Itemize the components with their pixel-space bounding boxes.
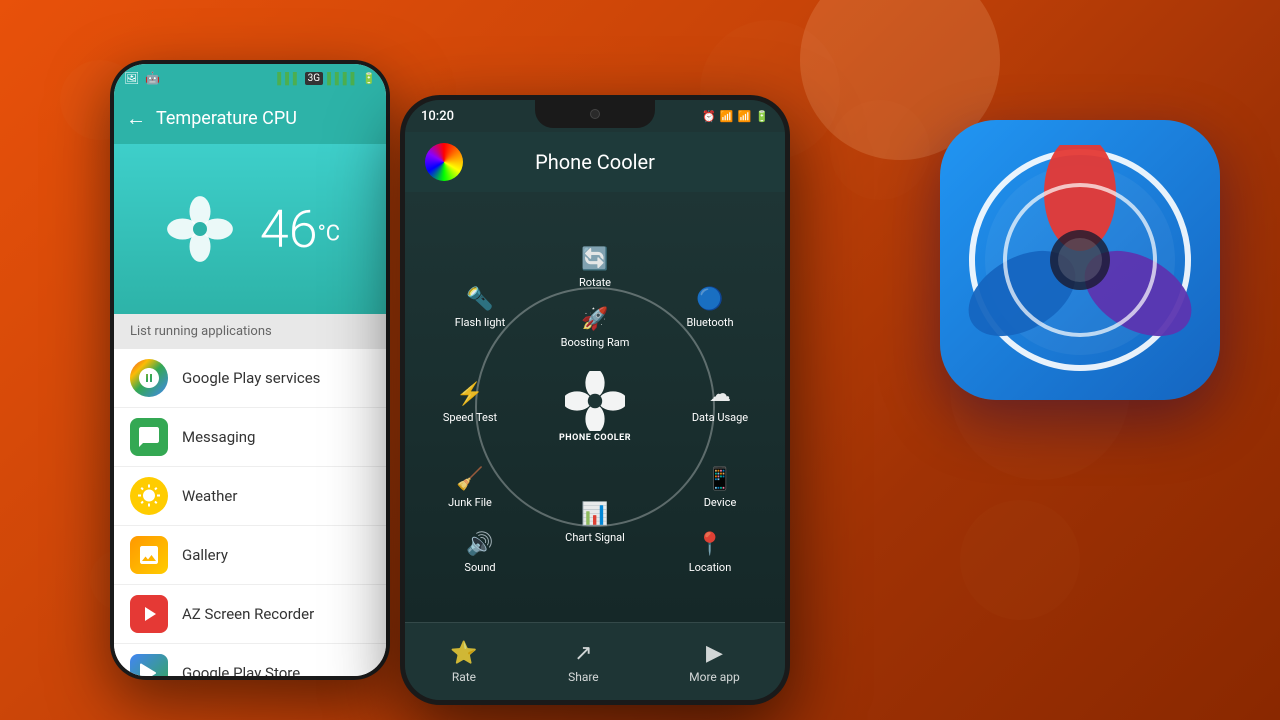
center-fan-button[interactable]: PHONE COOLER [550,362,640,452]
app-icon-play-store [130,654,168,676]
menu-item-rotate[interactable]: 🔄 Rotate [560,247,630,289]
left-status-bar: 🖼 🤖 ▌▌▌ 3G ▌▌▌▌ 🔋 [114,64,386,92]
right-header-title: Phone Cooler [535,150,655,174]
right-phone-screen: 10:20 ⏰ 📶 📶 🔋 Phone Cooler 🔦 Flas [405,100,785,700]
list-item[interactable]: Google Play services [114,349,386,408]
app-icon-large [940,120,1220,400]
status-time: 10:20 [421,109,454,124]
circle-menu: 🔦 Flash light 🔄 Rotate 🔵 Bluetooth ⚡ Spe… [425,237,765,577]
nav-rate-label: Rate [452,670,476,684]
temperature-value: 46°C [260,199,340,260]
menu-item-speedtest[interactable]: ⚡ Speed Test [435,382,505,424]
nav-share[interactable]: ↗ Share [568,641,599,684]
nav-share-label: Share [568,670,599,684]
menu-item-device[interactable]: 📱 Device [685,467,755,509]
list-item[interactable]: AZ Screen Recorder [114,585,386,644]
fan-icon [160,189,240,269]
back-button[interactable]: ← [126,106,146,131]
app-name-play-store: Google Play Store [182,664,300,676]
app-name-messaging: Messaging [182,428,255,446]
running-apps-header: List running applications [114,314,386,349]
cooler-main: 🔦 Flash light 🔄 Rotate 🔵 Bluetooth ⚡ Spe… [405,192,785,622]
menu-item-sound[interactable]: 🔊 Sound [445,532,515,574]
app-name-az: AZ Screen Recorder [182,605,314,623]
right-bottom-nav: ⭐ Rate ↗ Share ▶ More app [405,622,785,700]
list-item[interactable]: Weather [114,467,386,526]
left-screen-title: Temperature CPU [156,108,297,129]
app-icon-messaging [130,418,168,456]
app-name-weather: Weather [182,487,237,505]
app-icon-az [130,595,168,633]
menu-item-bluetooth[interactable]: 🔵 Bluetooth [675,287,745,329]
menu-item-boosting-ram[interactable]: 🚀 Boosting Ram [560,307,630,349]
nav-rate[interactable]: ⭐ Rate [450,641,477,684]
right-phone: 10:20 ⏰ 📶 📶 🔋 Phone Cooler 🔦 Flas [400,95,790,705]
left-phone-screen: 🖼 🤖 ▌▌▌ 3G ▌▌▌▌ 🔋 ← Temperature CPU [114,64,386,676]
list-item[interactable]: Gallery [114,526,386,585]
temperature-display: 46°C [114,144,386,314]
right-header: Phone Cooler [405,132,785,192]
nav-more-app[interactable]: ▶ More app [689,641,740,684]
center-fan-label: PHONE COOLER [559,433,631,443]
left-top-bar: ← Temperature CPU [114,92,386,144]
nav-more-app-label: More app [689,670,740,684]
app-icon-gallery [130,536,168,574]
left-phone: 🖼 🤖 ▌▌▌ 3G ▌▌▌▌ 🔋 ← Temperature CPU [110,60,390,680]
status-icons: ⏰ 📶 📶 🔋 [702,110,769,123]
app-list: Google Play services Messaging Weather [114,349,386,676]
list-item[interactable]: Messaging [114,408,386,467]
app-icon-gps [130,359,168,397]
app-name-gps: Google Play services [182,369,320,387]
menu-item-chart-signal[interactable]: 📊 Chart Signal [560,502,630,544]
app-rainbow-icon [425,143,463,181]
list-item[interactable]: Google Play Store [114,644,386,676]
menu-item-flashlight[interactable]: 🔦 Flash light [445,287,515,329]
menu-item-location[interactable]: 📍 Location [675,532,745,574]
menu-item-junk-file[interactable]: 🧹 Junk File [435,467,505,509]
app-icon-weather [130,477,168,515]
menu-item-data-usage[interactable]: ☁ Data Usage [685,382,755,424]
app-name-gallery: Gallery [182,546,228,564]
